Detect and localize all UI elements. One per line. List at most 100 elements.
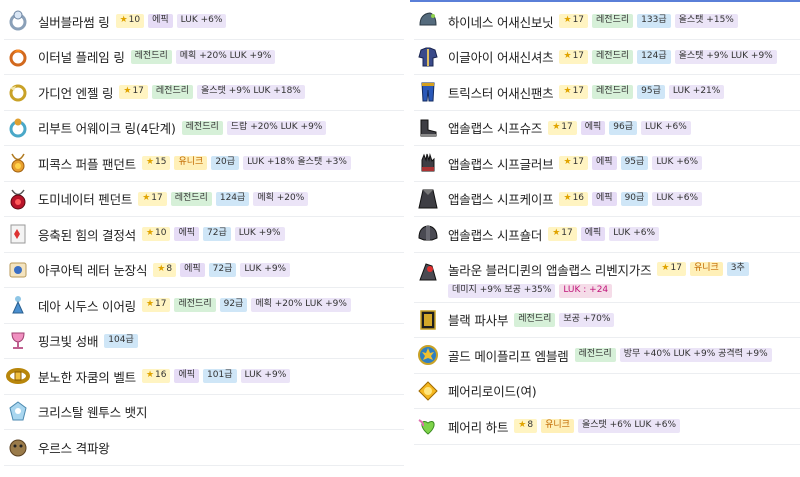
potential-option-badge: LUK +9% — [234, 227, 285, 242]
item-name: 핑크빛 성배 — [38, 334, 99, 350]
equipment-row[interactable]: 리부트 어웨이크 링(4단계) 레전드리 드랍 +20% LUK +9% — [4, 111, 404, 146]
additional-tier-badge: 3추 — [726, 262, 749, 276]
item-name: 블랙 파사부 — [448, 313, 509, 329]
pink-bean-pendant-icon — [6, 151, 30, 175]
starforce-badge: 10 — [141, 227, 171, 242]
potential-grade-badge: 레전드리 — [574, 348, 616, 363]
item-name: 실버블라썸 링 — [38, 14, 110, 30]
additional-tier-badge: 72급 — [208, 262, 237, 277]
starforce-badge: 17 — [138, 191, 167, 206]
additional-tier-badge: 90급 — [620, 191, 649, 206]
left-equipment-list: 실버블라썸 링10에픽LUK +6%이터널 플레임 링레전드리메획 +20% L… — [4, 4, 404, 466]
starforce-badge: 16 — [559, 191, 589, 206]
item-name: 페어리로이드(여) — [448, 384, 537, 400]
potential-grade-badge: 레전드리 — [592, 14, 634, 29]
starforce-badge: 17 — [548, 227, 577, 242]
equipment-row[interactable]: 도미네이터 펜던트 17레전드리124급메획 +20% — [4, 182, 404, 217]
item-name: 리부트 어웨이크 링(4단계) — [38, 121, 176, 137]
pink-holy-cup-icon — [6, 329, 30, 353]
equipment-row[interactable]: 트릭스터 어새신팬츠 17레전드리95급LUK +21% — [414, 75, 800, 111]
potential-grade-badge: 레전드리 — [592, 85, 634, 100]
equipment-row[interactable]: 놀라운 블러디퀸의 앱솔랩스 리벤지가즈 17유니크3추데미지 +9% 보공 +3… — [414, 253, 800, 303]
equipment-row[interactable]: 피콕스 퍼플 팬던트 15유니크20급LUK +18% 올스탯 +3% — [4, 146, 404, 182]
potential-option-badge: 올스탯 +15% — [674, 14, 738, 29]
eagle-eye-assassin-shirt-icon — [416, 45, 440, 69]
starforce-badge: 17 — [548, 120, 577, 135]
potential-grade-badge: 에픽 — [580, 227, 606, 242]
additional-tier-badge: 124급 — [215, 191, 250, 206]
silver-blossom-ring-icon — [6, 9, 30, 33]
potential-grade-badge: 레전드리 — [592, 49, 634, 64]
equipment-row[interactable]: 우르스 격파왕 — [4, 430, 404, 466]
additional-tier-badge: 95급 — [620, 156, 649, 171]
equipment-row[interactable]: 실버블라썸 링 10에픽LUK +6% — [4, 4, 404, 40]
equipment-row[interactable]: 이터널 플레임 링 레전드리 메획 +20% LUK +9% — [4, 40, 404, 75]
equipment-row[interactable]: 하이네스 어새신보닛 17레전드리133급올스탯 +15% — [414, 4, 800, 40]
equipment-row[interactable]: 응축된 힘의 결정석 10에픽72급LUK +9% — [4, 217, 404, 253]
potential-option-badge: 보공 +70% — [559, 312, 615, 327]
item-name: 트릭스터 어새신팬츠 — [448, 85, 554, 101]
item-name: 이글아이 어새신셔츠 — [448, 50, 554, 66]
right-equipment-list: 하이네스 어새신보닛17레전드리133급올스탯 +15%이글아이 어새신셔츠17… — [414, 4, 800, 445]
gold-maple-leaf-emblem-icon — [416, 343, 440, 367]
potential-option-badge: 메획 +20% — [253, 191, 309, 206]
absolab-glove-icon — [416, 151, 440, 175]
potential-grade-badge: 유니크 — [541, 419, 574, 434]
fairy-heart-android-icon — [416, 379, 440, 403]
dominator-pendant-icon — [6, 187, 30, 211]
item-name: 골드 메이플리프 엠블렘 — [448, 348, 569, 364]
potential-grade-badge: 에픽 — [174, 369, 200, 384]
equipment-row[interactable]: 이글아이 어새신셔츠 17레전드리124급올스탯 +9% LUK +9% — [414, 40, 800, 75]
equipment-row[interactable]: 가디언 엔젤 링 17레전드리올스탯 +9% LUK +18% — [4, 75, 404, 111]
absolab-shoes-icon — [416, 116, 440, 140]
potential-grade-badge: 에픽 — [148, 14, 173, 29]
potential-grade-badge: 레전드리 — [151, 85, 194, 100]
equipment-row[interactable]: 앱솔랩스 시프숄더 17에픽LUK +6% — [414, 217, 800, 253]
potential-option-badge: LUK +9% — [240, 262, 291, 277]
additional-tier-badge: 133급 — [637, 14, 671, 29]
condensed-power-crystal-icon — [6, 222, 30, 246]
starforce-badge: 17 — [141, 298, 171, 313]
equipment-row[interactable]: 크리스탈 웬투스 뱃지 — [4, 395, 404, 430]
absolab-shoulder-icon — [416, 222, 440, 246]
potential-option-badge: 올스탯 +6% LUK +6% — [577, 419, 681, 434]
equipment-row[interactable]: 골드 메이플리프 엠블렘 레전드리 방무 +40% LUK +9% 공격력 +9% — [414, 338, 800, 374]
equipment-row[interactable]: 아쿠아틱 레터 눈장식 8에픽72급LUK +9% — [4, 253, 404, 288]
potential-grade-badge: 에픽 — [180, 262, 205, 277]
equipment-row[interactable]: 블랙 파사부 레전드리 보공 +70% — [414, 303, 800, 338]
potential-option-badge: 올스탯 +9% LUK +9% — [674, 49, 777, 64]
potential-option-badge: 메획 +20% LUK +9% — [175, 49, 276, 64]
item-name: 페어리 하트 — [448, 419, 509, 435]
equipment-row[interactable]: 앱솔랩스 시프슈즈 17에픽96급LUK +6% — [414, 111, 800, 146]
equipment-row[interactable]: 앱솔랩스 시프글러브 17에픽95급LUK +6% — [414, 146, 800, 182]
item-name: 응축된 힘의 결정석 — [38, 227, 136, 243]
item-name: 앱솔랩스 시프슈즈 — [448, 121, 543, 137]
equipment-row[interactable]: 앱솔랩스 시프케이프 16에픽90급LUK +6% — [414, 182, 800, 217]
potential-option-badge: 데미지 +9% 보공 +35% — [448, 283, 556, 298]
item-name: 놀라운 블러디퀸의 앱솔랩스 리벤지가즈 — [448, 262, 652, 278]
item-name: 크리스탈 웬투스 뱃지 — [38, 405, 148, 421]
potential-option-badge: 드랍 +20% LUK +9% — [226, 120, 327, 135]
starforce-badge: 15 — [141, 156, 171, 171]
highness-assassin-hat-icon — [416, 9, 440, 33]
potential-grade-badge: 에픽 — [580, 120, 606, 135]
equipment-row[interactable]: 데아 시두스 이어링 17레전드리92급메획 +20% LUK +9% — [4, 288, 404, 324]
potential-option-badge: LUK +6% — [176, 14, 227, 29]
item-name: 앱솔랩스 시프숄더 — [448, 227, 543, 243]
dea-sidus-earring-icon — [6, 293, 30, 317]
item-name: 하이네스 어새신보닛 — [448, 14, 554, 30]
black-fafnir-icon — [416, 308, 440, 332]
eternal-flame-ring-icon — [6, 45, 30, 69]
item-name: 우르스 격파왕 — [38, 440, 110, 456]
potential-grade-badge: 에픽 — [174, 227, 200, 242]
equipment-row[interactable]: 페어리로이드(여) — [414, 374, 800, 409]
equipment-row[interactable]: 분노한 자쿰의 벨트 16에픽101급LUK +9% — [4, 359, 404, 395]
additional-tier-badge: 104급 — [104, 333, 138, 348]
equipment-row[interactable]: 핑크빛 성배 104급 — [4, 324, 404, 359]
potential-grade-badge: 에픽 — [592, 156, 617, 171]
bloody-queen-absolab-revenge-icon — [416, 260, 440, 284]
starforce-badge: 17 — [559, 49, 589, 64]
equipment-row[interactable]: 페어리 하트 8유니크올스탯 +6% LUK +6% — [414, 409, 800, 445]
starforce-badge: 17 — [559, 85, 589, 100]
potential-grade-badge: 에픽 — [592, 191, 617, 206]
